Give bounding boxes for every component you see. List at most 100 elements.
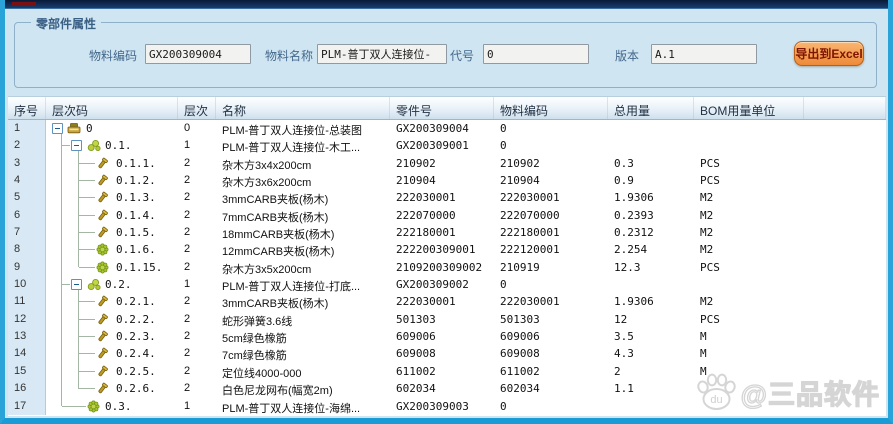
tree-expand-toggle[interactable] [52,123,63,134]
table-row[interactable]: 140.2.4.27cm绿色橡筋6090086090084.3M [8,345,886,362]
table-row[interactable]: 170.3.1PLM-普丁双人连接位-海绵...GX2003090030 [8,398,886,415]
level-code-text: 0.1.2. [116,174,156,187]
row-filler [804,293,886,310]
name-cell: 白色尼龙网布(幅宽2m) [216,380,390,397]
level-cell: 2 [178,328,216,345]
row-filler [804,172,886,189]
tree-expand-toggle[interactable] [71,140,82,151]
level-cell: 2 [178,172,216,189]
level-code-text: 0.1.1. [116,157,156,170]
bom-unit-cell [694,276,804,293]
row-number-cell: 1 [8,120,46,137]
column-header-2[interactable]: 层次码 [46,97,178,119]
table-row[interactable]: 80.1.6.212mmCARB夹板(杨木)222200309001222120… [8,241,886,258]
screw-icon [96,365,110,378]
screw-icon [96,295,110,308]
column-header-5[interactable]: 零件号 [390,97,494,119]
column-header-8[interactable]: BOM用量单位 [694,97,804,119]
level-code-cell: 0.1.4. [46,207,178,224]
column-header-1[interactable]: 序号 [8,97,46,119]
bom-unit-cell: PCS [694,155,804,172]
tree-line [61,345,62,362]
table-row[interactable]: 100PLM-普丁双人连接位-总装图GX2003090040 [8,120,886,137]
total-qty-cell: 1.9306 [608,189,694,206]
table-row[interactable]: 40.1.2.2杂木方3x6x200cm2109042109040.9PCS [8,172,886,189]
level-code-text: 0.2.2. [116,313,156,326]
bom-window: 零部件属性 物料编码 物料名称 代号 版本 导出到Excel 序号层次码层次名称… [0,0,893,424]
column-header-7[interactable]: 总用量 [608,97,694,119]
row-number-cell: 10 [8,276,46,293]
name-cell: 蛇形弹簧3.6线 [216,311,390,328]
level-code-text: 0.2.4. [116,347,156,360]
tree-expand-toggle[interactable] [71,279,82,290]
row-filler [804,311,886,328]
tree-line [61,328,62,345]
bom-unit-cell: M [694,345,804,362]
table-row[interactable]: 100.2.1PLM-普丁双人连接位-打底...GX2003090020 [8,276,886,293]
column-header-6[interactable]: 物料编码 [494,97,608,119]
tree-line [79,232,95,233]
row-filler [804,155,886,172]
column-header-4[interactable]: 名称 [216,97,390,119]
table-row[interactable]: 20.1.1PLM-普丁双人连接位-木工...GX2003090010 [8,137,886,154]
total-qty-cell: 4.3 [608,345,694,362]
name-cell: PLM-普丁双人连接位-总装图 [216,120,390,137]
table-row[interactable]: 110.2.1.23mmCARB夹板(杨木)222030001222030001… [8,293,886,310]
tree-line [79,267,95,268]
table-row[interactable]: 120.2.2.2蛇形弹簧3.6线50130350130312PCS [8,311,886,328]
material-name-input[interactable] [317,44,447,64]
table-row[interactable]: 30.1.1.2杂木方3x4x200cm2109022109020.3PCS [8,155,886,172]
row-filler [804,259,886,276]
screw-icon [96,313,110,326]
table-row[interactable]: 90.1.15.2杂木方3x5x200cm2109200309002210919… [8,259,886,276]
table-row[interactable]: 60.1.4.27mmCARB夹板(杨木)2220700002220700000… [8,207,886,224]
tree-line [62,145,70,146]
screw-icon [96,347,110,360]
table-body: 100PLM-普丁双人连接位-总装图GX200309004020.1.1PLM-… [8,120,886,415]
level-code-text: 0.2. [105,278,132,291]
material-code-cell: 222030001 [494,293,608,310]
row-number-cell: 12 [8,311,46,328]
table-row[interactable]: 160.2.6.2白色尼龙网布(幅宽2m)6020346020341.1M [8,380,886,397]
column-header-3[interactable]: 层次 [178,97,216,119]
table-row[interactable]: 150.2.5.2定位线4000-0006110026110022M [8,363,886,380]
table-row[interactable]: 130.2.3.25cm绿色橡筋6090066090063.5M [8,328,886,345]
row-number-cell: 14 [8,345,46,362]
bom-unit-cell: M2 [694,189,804,206]
code-input[interactable] [483,44,589,64]
row-number-cell: 15 [8,363,46,380]
tree-line [79,353,95,354]
level-code-text: 0.2.1. [116,295,156,308]
name-cell: 18mmCARB夹板(杨木) [216,224,390,241]
material-code-input[interactable] [145,44,251,64]
row-number-cell: 13 [8,328,46,345]
level-cell: 2 [178,293,216,310]
level-cell: 2 [178,224,216,241]
name-cell: 5cm绿色橡筋 [216,328,390,345]
part-no-cell: 2109200309002 [390,259,494,276]
group-title: 零部件属性 [31,15,101,32]
table-row[interactable]: 70.1.5.218mmCARB夹板(杨木)222180001222180001… [8,224,886,241]
bom-unit-cell: PCS [694,311,804,328]
level-cell: 1 [178,137,216,154]
level-code-cell: 0.1.2. [46,172,178,189]
gear-icon [96,261,110,274]
name-cell: 杂木方3x4x200cm [216,155,390,172]
level-code-cell: 0.2. [46,276,178,293]
tree-line [61,380,62,397]
row-filler [804,363,886,380]
tree-line [79,336,95,337]
version-input[interactable] [651,44,757,64]
export-to-excel-button[interactable]: 导出到Excel [794,41,864,66]
material-code-cell: 222030001 [494,189,608,206]
tree-line [79,319,95,320]
level-code-cell: 0.1. [46,137,178,154]
bom-table: 序号层次码层次名称零件号物料编码总用量BOM用量单位 100PLM-普丁双人连接… [8,96,886,416]
level-code-cell: 0.1.1. [46,155,178,172]
level-code-cell: 0.2.2. [46,311,178,328]
tree-line [61,189,62,206]
row-filler [804,207,886,224]
material-code-cell: 222120001 [494,241,608,258]
row-filler [804,189,886,206]
table-row[interactable]: 50.1.3.23mmCARB夹板(杨木)2220300012220300011… [8,189,886,206]
